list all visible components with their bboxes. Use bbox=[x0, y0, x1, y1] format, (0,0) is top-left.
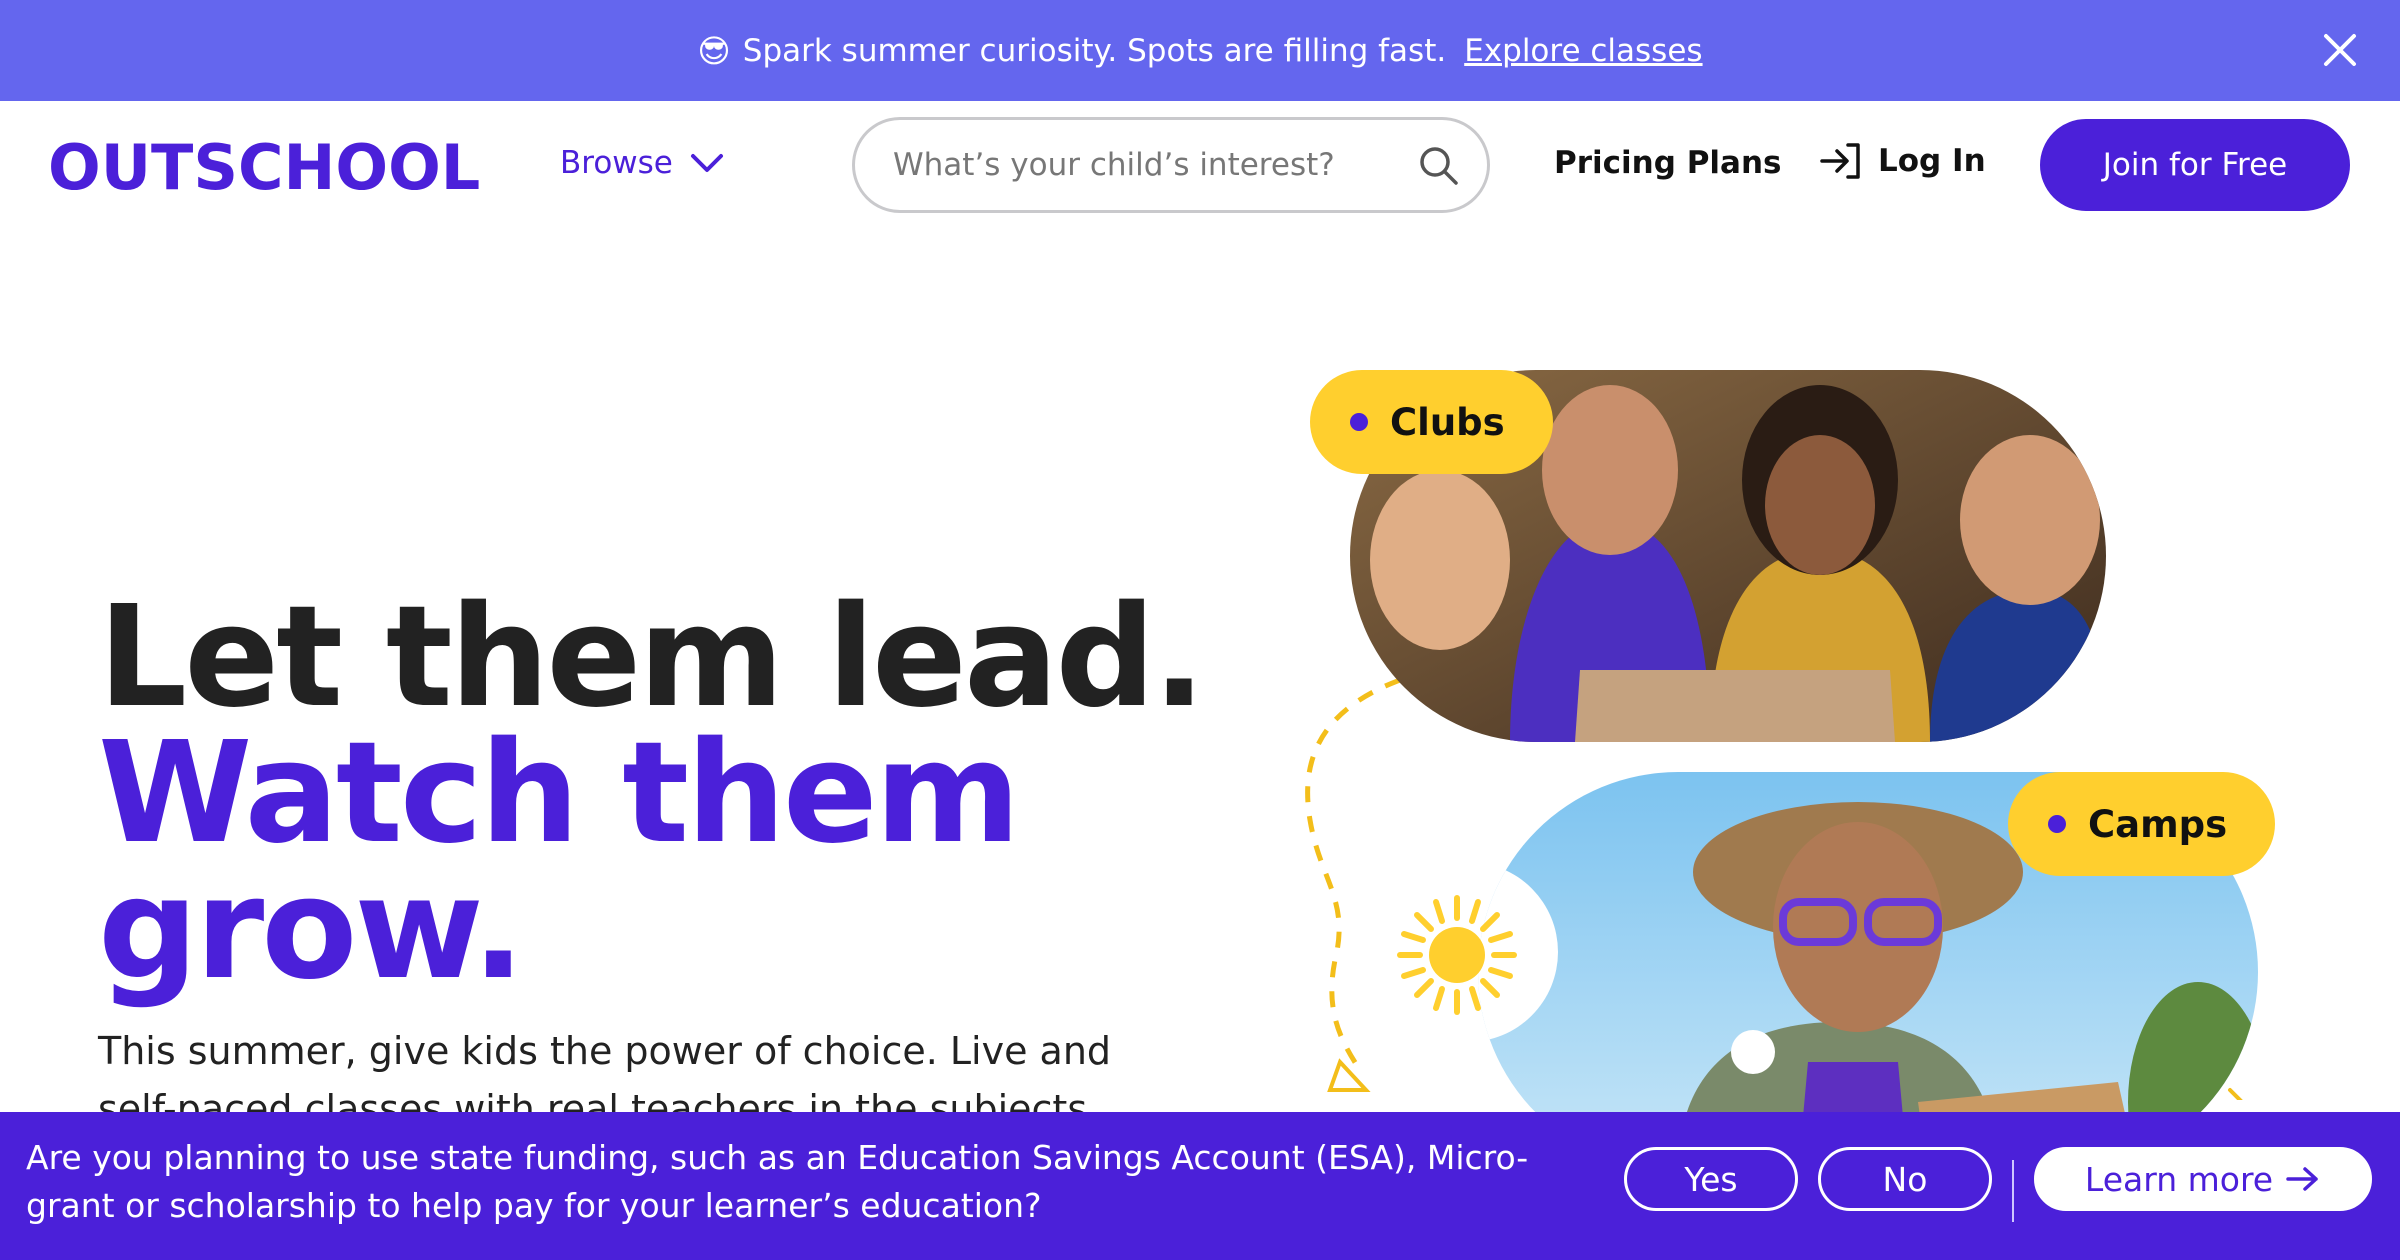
no-button[interactable]: No bbox=[1818, 1147, 1992, 1211]
learn-more-button[interactable]: Learn more bbox=[2034, 1147, 2372, 1211]
hero-line-2: Watch them bbox=[98, 712, 1021, 875]
yes-button[interactable]: Yes bbox=[1624, 1147, 1798, 1211]
site-header: OUTSCHOOL Browse Pricing Plans Log In Jo… bbox=[0, 101, 2400, 231]
camps-label: Camps bbox=[2088, 802, 2228, 846]
hero-headline: Let them lead. Watch them grow. bbox=[98, 576, 1206, 1011]
browse-menu[interactable]: Browse bbox=[560, 145, 725, 181]
chevron-down-icon bbox=[690, 154, 723, 172]
esa-funding-banner: Are you planning to use state funding, s… bbox=[0, 1112, 2400, 1260]
login-label: Log In bbox=[1878, 143, 1986, 179]
esa-question: Are you planning to use state funding, s… bbox=[26, 1138, 1529, 1225]
promo-banner: 😎 Spark summer curiosity. Spots are fill… bbox=[0, 0, 2400, 101]
sun-icon bbox=[1397, 895, 1517, 1015]
hero-line-1: Let them lead. bbox=[98, 576, 1206, 739]
clubs-badge[interactable]: Clubs bbox=[1310, 370, 1553, 474]
search-icon[interactable] bbox=[1417, 144, 1459, 186]
learn-more-label: Learn more bbox=[2084, 1159, 2274, 1199]
explore-classes-link[interactable]: Explore classes bbox=[1464, 33, 1702, 69]
join-for-free-button[interactable]: Join for Free bbox=[2040, 119, 2350, 211]
dot-icon bbox=[2048, 815, 2066, 833]
outschool-logo[interactable]: OUTSCHOOL bbox=[48, 133, 480, 203]
camps-badge[interactable]: Camps bbox=[2008, 772, 2276, 876]
sunglasses-emoji-icon: 😎 bbox=[697, 31, 731, 70]
clubs-label: Clubs bbox=[1390, 400, 1505, 444]
login-icon bbox=[1820, 143, 1860, 179]
search-box bbox=[852, 117, 1490, 213]
divider bbox=[2012, 1160, 2014, 1222]
promo-text: Spark summer curiosity. Spots are fillin… bbox=[742, 32, 1447, 69]
login-link[interactable]: Log In bbox=[1818, 141, 1986, 181]
arrow-right-icon bbox=[2286, 1167, 2318, 1191]
hero-line-3: grow. bbox=[98, 848, 525, 1011]
browse-label: Browse bbox=[560, 145, 673, 181]
search-input[interactable] bbox=[893, 147, 1417, 183]
dot-icon bbox=[1350, 413, 1368, 431]
close-icon[interactable] bbox=[2320, 30, 2360, 70]
pricing-plans-link[interactable]: Pricing Plans bbox=[1554, 145, 1781, 181]
